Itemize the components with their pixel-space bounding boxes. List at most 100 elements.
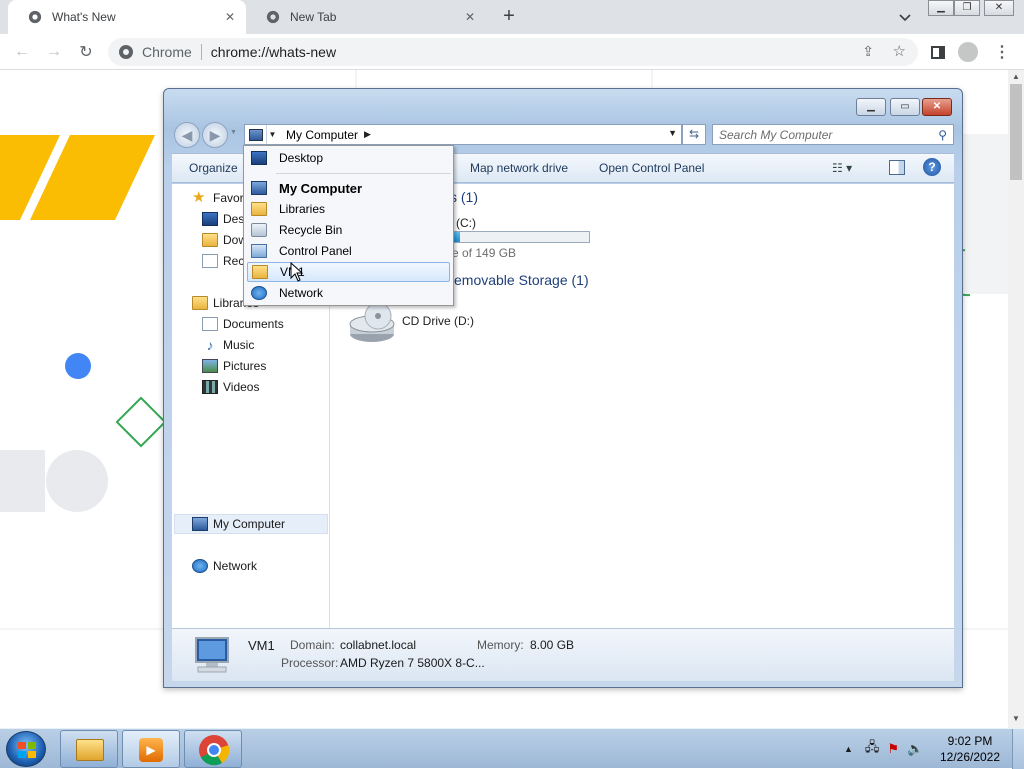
dropdown-item-label: Desktop [279, 151, 324, 165]
volume-icon[interactable]: 🔈 [907, 741, 923, 757]
network-icon [192, 559, 208, 573]
change-view-icon[interactable]: ☷ ▾ [832, 161, 852, 175]
start-button[interactable] [6, 731, 46, 767]
star-icon: ★ [192, 189, 206, 206]
windows-logo-icon [18, 742, 36, 758]
address-bar[interactable]: ▼ My Computer ▶ ▼ [244, 124, 682, 145]
clock-date: 12/26/2022 [939, 750, 1001, 764]
show-desktop-button[interactable] [1012, 729, 1024, 769]
nav-favorites[interactable]: ★ Favori [192, 189, 246, 206]
minimize-button[interactable]: ▁ [928, 0, 954, 16]
dropdown-item-network[interactable]: Network [247, 283, 450, 303]
new-tab-button[interactable]: + [498, 5, 520, 27]
menu-kebab-icon[interactable]: ⋮ [992, 42, 1012, 62]
cd-drive-icon[interactable] [348, 300, 396, 344]
forward-arrow-icon[interactable]: → [44, 42, 64, 62]
address-dropdown-menu: Desktop My Computer Libraries Recycle Bi… [243, 145, 454, 306]
taskbar-media-player-button[interactable]: ▶ [122, 730, 180, 768]
reload-icon[interactable]: ↻ [76, 42, 96, 62]
bookmark-star-icon[interactable]: ☆ [893, 42, 906, 60]
scrollbar-thumb[interactable] [1010, 84, 1022, 180]
scroll-down-icon[interactable]: ▼ [1012, 714, 1020, 723]
page-scrollbar[interactable]: ▲ ▼ [1008, 70, 1024, 728]
computer-icon [195, 637, 229, 673]
nav-network[interactable]: Network [192, 559, 257, 573]
tab-title: New Tab [290, 10, 337, 24]
close-tab-icon[interactable]: ✕ [222, 9, 238, 25]
recent-pages-icon[interactable]: ▼ [230, 129, 237, 136]
hard-disk-drives-header[interactable]: s (1) [450, 189, 478, 205]
breadcrumb-arrow-icon[interactable]: ▶ [364, 129, 371, 140]
processor-value: AMD Ryzen 7 5800X 8-C... [340, 656, 485, 670]
restore-button[interactable]: ❐ [954, 0, 980, 16]
explorer-maximize-button[interactable]: ▭ [890, 98, 920, 116]
refresh-button[interactable]: ⇆ [682, 124, 706, 145]
nav-videos[interactable]: Videos [202, 380, 259, 394]
organize-button[interactable]: Organize [189, 161, 238, 175]
taskbar-chrome-button[interactable] [184, 730, 242, 768]
explorer-close-button[interactable]: ✕ [922, 98, 952, 116]
dropdown-item-vm1[interactable]: VM1 [247, 262, 450, 282]
nav-music[interactable]: ♪ Music [202, 338, 255, 352]
dropdown-item-recycle-bin[interactable]: Recycle Bin [247, 220, 450, 240]
recycle-bin-icon [251, 223, 267, 237]
libraries-icon [192, 296, 208, 310]
close-tab-icon[interactable]: ✕ [462, 9, 478, 25]
nav-network-label: Network [213, 559, 258, 573]
processor-label: Processor: [281, 656, 339, 670]
computer-icon [249, 128, 263, 141]
scroll-up-icon[interactable]: ▲ [1012, 72, 1020, 81]
map-network-drive-button[interactable]: Map network drive [470, 161, 568, 175]
recent-places-icon [202, 254, 218, 268]
mouse-cursor-icon [290, 262, 304, 282]
open-control-panel-button[interactable]: Open Control Panel [599, 161, 704, 175]
dropdown-separator [276, 173, 451, 174]
drive-c-label[interactable]: (C:) [456, 216, 476, 230]
help-icon[interactable]: ? [923, 158, 941, 176]
omnibox[interactable]: Chrome chrome://whats-new ⇪ ☆ [108, 38, 918, 66]
dropdown-item-control-panel[interactable]: Control Panel [247, 241, 450, 261]
dropdown-item-desktop[interactable]: Desktop [247, 148, 450, 168]
drive-c-free-space: e of 149 GB [452, 246, 517, 260]
tab-whats-new[interactable]: What's New ✕ [8, 0, 246, 34]
chevron-down-icon[interactable] [896, 8, 914, 26]
nav-recent[interactable]: Rec [202, 254, 244, 268]
explorer-minimize-button[interactable]: ▁ [856, 98, 886, 116]
breadcrumb-my-computer[interactable]: My Computer [286, 128, 358, 142]
nav-my-computer[interactable]: My Computer [192, 517, 285, 531]
back-button[interactable]: ◀ [174, 122, 200, 148]
dropdown-item-label: Network [279, 286, 324, 300]
dropdown-item-my-computer[interactable]: My Computer [247, 178, 450, 198]
cd-drive-label[interactable]: CD Drive (D:) [402, 314, 474, 328]
nav-pictures[interactable]: Pictures [202, 359, 266, 373]
search-icon: ⚲ [938, 127, 947, 142]
clock[interactable]: 9:02 PM 12/26/2022 [930, 733, 1010, 765]
address-history-icon[interactable]: ▼ [668, 128, 677, 138]
nav-recent-label: Rec [223, 254, 245, 268]
search-placeholder: Search My Computer [719, 127, 833, 142]
forward-button[interactable]: ▶ [202, 122, 228, 148]
side-panel-icon[interactable] [928, 42, 948, 62]
nav-documents-label: Documents [223, 317, 284, 331]
profile-avatar-icon[interactable] [958, 42, 978, 62]
action-center-flag-icon[interactable]: ⚑ [887, 741, 899, 757]
dropdown-item-label: My Computer [279, 180, 363, 196]
network-status-icon[interactable]: 🖧 [865, 738, 880, 760]
show-hidden-icons-icon[interactable]: ▲ [844, 744, 853, 754]
libraries-icon [251, 202, 267, 216]
memory-value: 8.00 GB [530, 638, 575, 652]
removable-storage-header[interactable]: emovable Storage (1) [454, 272, 589, 288]
dropdown-item-libraries[interactable]: Libraries [247, 199, 450, 219]
search-input[interactable]: Search My Computer ⚲ [712, 124, 954, 145]
taskbar-explorer-button[interactable] [60, 730, 118, 768]
nav-downloads[interactable]: Dow [202, 233, 247, 247]
close-window-button[interactable]: ✕ [984, 0, 1014, 16]
address-dropdown-toggle[interactable]: ▼ [266, 125, 278, 144]
computer-icon [251, 181, 267, 195]
tab-new-tab[interactable]: New Tab ✕ [246, 0, 486, 34]
preview-pane-icon[interactable] [889, 160, 905, 175]
back-arrow-icon[interactable]: ← [12, 42, 32, 62]
nav-pictures-label: Pictures [223, 359, 267, 373]
nav-documents[interactable]: Documents [202, 317, 284, 331]
share-icon[interactable]: ⇪ [862, 43, 874, 60]
